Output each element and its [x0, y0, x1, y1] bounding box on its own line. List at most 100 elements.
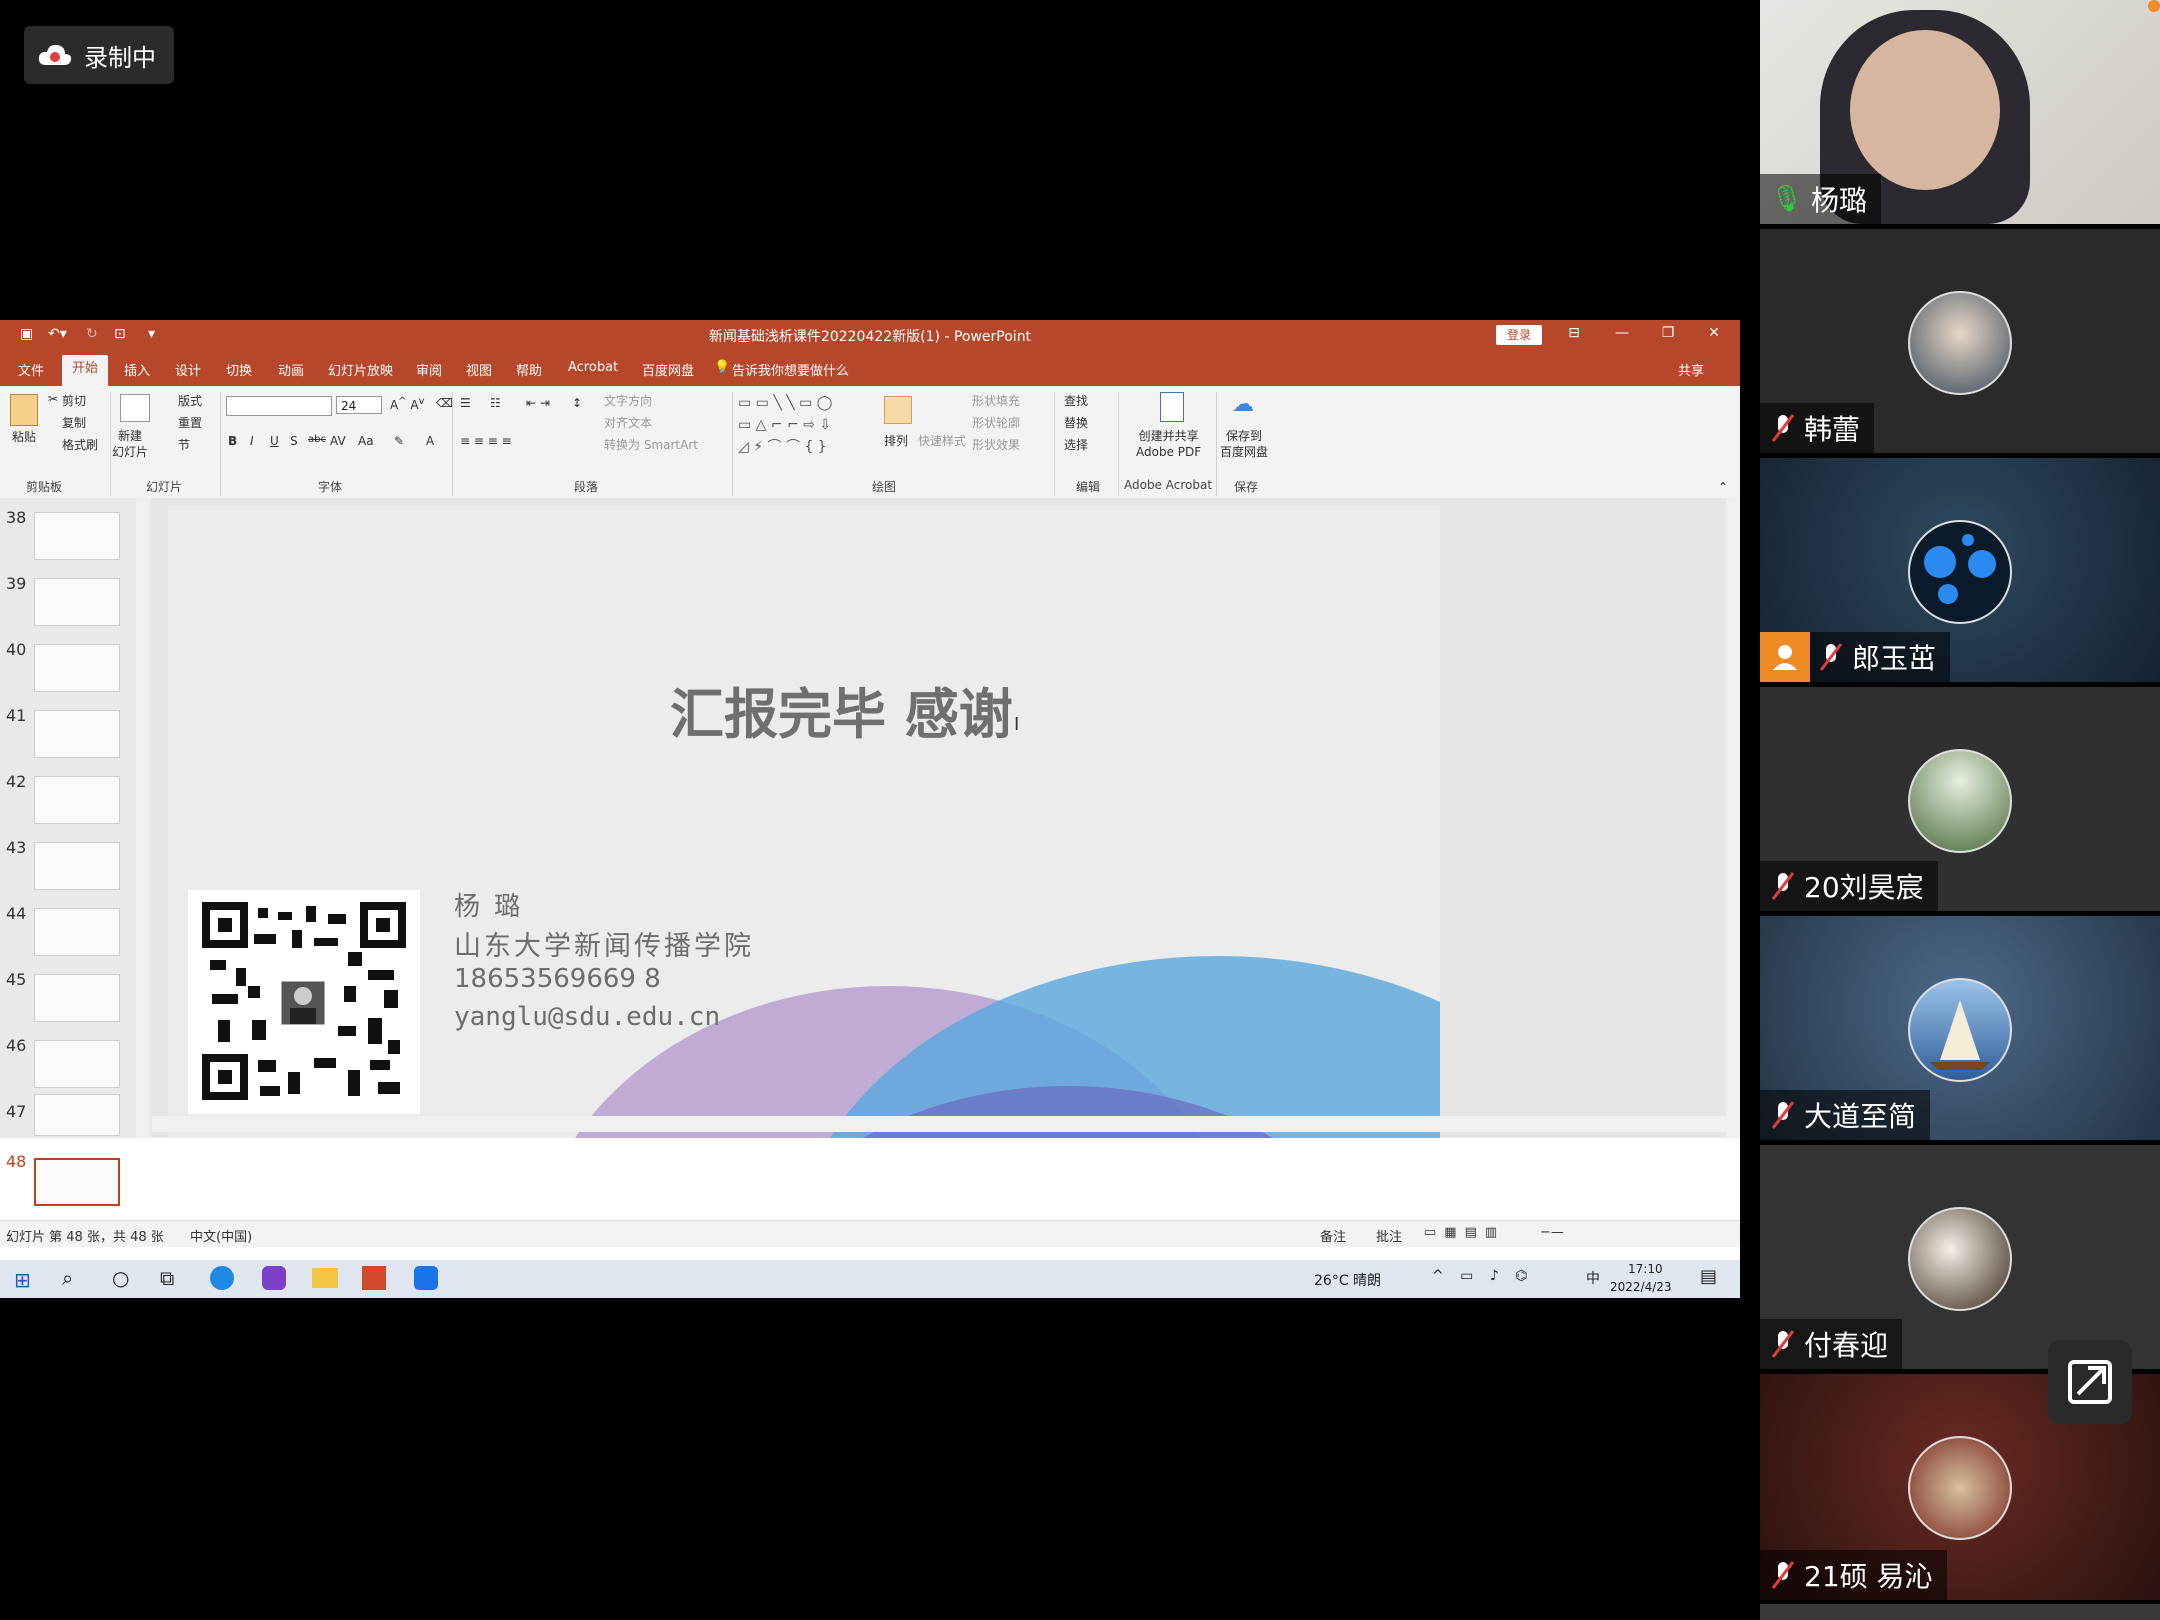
login-button[interactable]: 登录 — [1496, 325, 1542, 345]
horizontal-scrollbar[interactable] — [152, 1116, 1726, 1132]
text-direction-button[interactable]: 文字方向 — [604, 392, 652, 409]
align-text-button[interactable]: 对齐文本 — [604, 414, 652, 431]
quick-styles-button[interactable]: 快速样式 — [918, 432, 966, 449]
slide-thumbnail[interactable] — [34, 842, 120, 890]
change-case-icon[interactable]: Aa — [358, 434, 374, 448]
restore-icon[interactable]: ❐ — [1658, 325, 1678, 341]
tab-insert[interactable]: 插入 — [124, 360, 150, 379]
view-buttons[interactable]: ▭▦▤▥ — [1424, 1225, 1505, 1240]
powerpoint-icon[interactable] — [362, 1266, 386, 1290]
layout-button[interactable]: 版式 — [178, 392, 202, 409]
numbering-icon[interactable]: ☷ — [490, 396, 501, 410]
notifications-icon[interactable]: ▤ — [1700, 1266, 1717, 1287]
share-screen-button[interactable] — [2048, 1340, 2132, 1424]
current-slide[interactable]: 汇报完毕 感谢 杨 璐 山东大学新闻传播学院 18653569669 8 yan… — [168, 506, 1440, 1138]
app-icon[interactable] — [262, 1266, 286, 1290]
tab-baidu[interactable]: 百度网盘 — [642, 360, 694, 379]
underline-icon[interactable]: U — [270, 434, 279, 448]
slide-thumbnail[interactable] — [34, 1040, 120, 1088]
adobe-pdf-icon[interactable] — [1160, 392, 1184, 422]
tab-help[interactable]: 帮助 — [516, 360, 542, 379]
create-pdf-button[interactable]: 创建并共享 Adobe PDF — [1136, 428, 1201, 460]
tab-animations[interactable]: 动画 — [278, 360, 304, 379]
smartart-button[interactable]: 转换为 SmartArt — [604, 436, 698, 453]
tab-review[interactable]: 审阅 — [416, 360, 442, 379]
notes-button[interactable]: 备注 — [1320, 1226, 1346, 1245]
collapse-ribbon-icon[interactable]: ⌃ — [1718, 480, 1728, 494]
copy-button[interactable]: 复制 — [62, 414, 86, 431]
strikethrough-icon[interactable]: abc — [308, 434, 326, 445]
section-button[interactable]: 节 — [178, 436, 190, 453]
baidu-cloud-icon[interactable]: ☁ — [1232, 392, 1254, 417]
vertical-scrollbar[interactable] — [1726, 498, 1740, 1138]
share-label[interactable]: 共享 — [1678, 360, 1704, 379]
save-to-baidu-button[interactable]: 保存到 百度网盘 — [1220, 428, 1268, 460]
new-slide-button[interactable]: 新建 幻灯片 — [112, 428, 148, 460]
replace-button[interactable]: 替换 — [1064, 414, 1088, 431]
task-view-icon[interactable]: ⧉ — [160, 1266, 174, 1290]
tab-file[interactable]: 文件 — [18, 360, 44, 379]
meeting-app-icon[interactable] — [414, 1266, 438, 1290]
arrange-button[interactable]: 排列 — [884, 432, 908, 449]
participant-tile[interactable]: 大道至简 — [1760, 916, 2160, 1140]
align-left-icon[interactable]: ≡ ≡ ≡ ≡ — [460, 434, 512, 448]
slide-thumbnail[interactable] — [34, 578, 120, 626]
file-explorer-icon[interactable] — [312, 1268, 338, 1288]
bold-icon[interactable]: B — [228, 434, 237, 448]
slide-thumbnail[interactable] — [34, 776, 120, 824]
reset-button[interactable]: 重置 — [178, 414, 202, 431]
tray-icons[interactable]: ^ ▭ ♪ ⌬ — [1432, 1268, 1533, 1284]
tab-transitions[interactable]: 切换 — [226, 360, 252, 379]
shadow-icon[interactable]: S — [290, 434, 298, 448]
ime-indicator[interactable]: 中 — [1586, 1268, 1600, 1288]
search-icon[interactable]: ⌕ — [62, 1266, 73, 1290]
shape-fill-button[interactable]: 形状填充 — [972, 392, 1020, 409]
font-color-icon[interactable]: A — [426, 434, 434, 448]
tell-me-search[interactable]: 告诉我你想要做什么 — [732, 360, 849, 379]
slide-thumbnail[interactable] — [34, 644, 120, 692]
cut-button[interactable]: 剪切 — [62, 392, 86, 409]
shape-outline-button[interactable]: 形状轮廓 — [972, 414, 1020, 431]
clear-format-icon[interactable]: ⌫ — [436, 396, 453, 410]
font-name-select[interactable] — [226, 396, 332, 416]
comments-button[interactable]: 批注 — [1376, 1226, 1402, 1245]
participant-tile[interactable]: 付春迎 — [1760, 1145, 2160, 1369]
new-slide-icon[interactable] — [120, 394, 150, 422]
line-spacing-icon[interactable]: ↕ — [572, 396, 582, 410]
select-button[interactable]: 选择 — [1064, 436, 1088, 453]
minimize-icon[interactable]: — — [1612, 325, 1632, 341]
language-indicator[interactable]: 中文(中国) — [190, 1226, 252, 1245]
font-grow-icon[interactable]: A^ Av — [390, 396, 425, 412]
zoom-slider[interactable]: −— — [1540, 1225, 1564, 1240]
slide-thumbnail[interactable] — [34, 974, 120, 1022]
highlight-icon[interactable]: ✎ — [394, 434, 404, 448]
format-painter-button[interactable]: 格式刷 — [62, 436, 98, 453]
paste-button[interactable]: 粘贴 — [12, 428, 36, 445]
participant-tile[interactable]: 20刘昊宸 — [1760, 687, 2160, 911]
slide-thumbnail-selected[interactable] — [34, 1158, 120, 1206]
participant-tile[interactable]: 韩蕾 — [1760, 229, 2160, 453]
participant-tile[interactable]: 郎玉茁 — [1760, 458, 2160, 682]
font-size-select[interactable]: 24 — [336, 396, 382, 414]
find-button[interactable]: 查找 — [1064, 392, 1088, 409]
clipboard-icon[interactable] — [10, 394, 38, 426]
shape-effects-button[interactable]: 形状效果 — [972, 436, 1020, 453]
shapes-gallery[interactable]: ▭ ▭ ╲ ╲ ▭ ◯ ▭ △ ⌐ ⌐ ⇨ ⇩ ◿ ⚡ ⌒ ⌒ { } — [738, 392, 866, 462]
tab-design[interactable]: 设计 — [175, 360, 201, 379]
slide-thumbnail[interactable] — [34, 908, 120, 956]
thumbnails-scrollbar[interactable] — [136, 498, 150, 1138]
bullets-icon[interactable]: ☰ — [460, 396, 471, 410]
tab-home[interactable]: 开始 — [62, 355, 109, 386]
participant-tile[interactable]: 🎙 杨璐 — [1760, 0, 2160, 224]
indent-icon[interactable]: ⇤ ⇥ — [526, 396, 550, 410]
edge-icon[interactable] — [210, 1266, 234, 1290]
weather-label[interactable]: 26°C 晴朗 — [1314, 1270, 1381, 1290]
cortana-icon[interactable]: ○ — [112, 1266, 129, 1290]
windows-start-icon[interactable]: ⊞ — [14, 1268, 31, 1292]
slide-thumbnail[interactable] — [34, 710, 120, 758]
slide-thumbnail[interactable] — [34, 512, 120, 560]
char-spacing-icon[interactable]: AV — [330, 434, 346, 448]
italic-icon[interactable]: I — [250, 434, 254, 448]
slide-thumbnail[interactable] — [34, 1094, 120, 1136]
ribbon-display-icon[interactable]: ⊟ — [1564, 325, 1584, 341]
